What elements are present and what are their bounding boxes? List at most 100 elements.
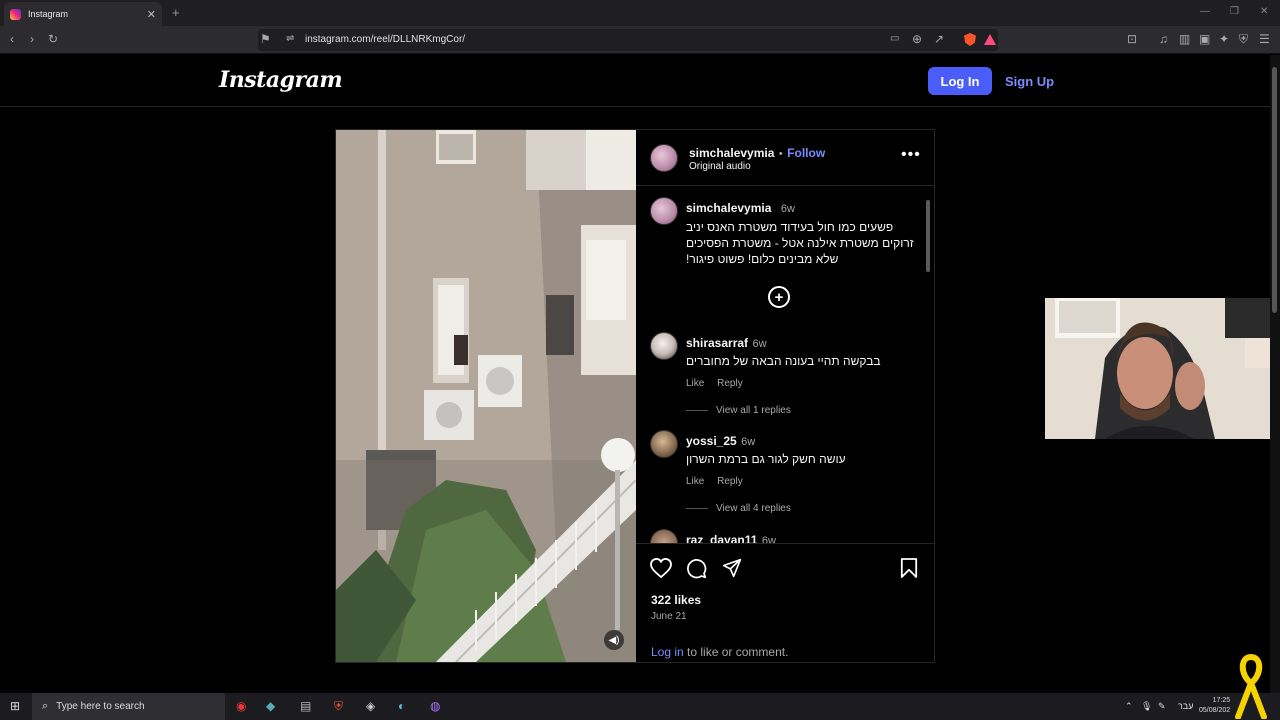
windows-start-icon[interactable]: ⊞ [10, 699, 20, 713]
more-options-icon[interactable]: ••• [901, 146, 921, 164]
caption-text: פשעים כמו חול בעידוד משטרת האנס יניב זרו… [686, 220, 914, 266]
caption-time: 6w [780, 203, 795, 215]
app-icon-3[interactable]: ◐ [398, 699, 405, 713]
vpn-icon[interactable]: ⛨ [1239, 32, 1248, 47]
post-sidebar: simchalevymia • Follow Original audio ••… [636, 130, 934, 662]
author-avatar[interactable] [650, 144, 678, 172]
author-username[interactable]: simchalevymia [689, 146, 774, 160]
view-replies-button[interactable]: View all 1 replies [686, 405, 916, 416]
comments-scroll-thumb[interactable] [926, 200, 930, 272]
clock-date: 05/08/202 [1199, 707, 1231, 714]
windows-taskbar: ⊞ ⌕ Type here to search ◉ ◆ ▤ ⛨ ◈ ◐ ◍ ⌃ … [0, 653, 1280, 720]
app-icon-1[interactable]: ◉ [236, 699, 246, 713]
view-replies-label: View all 4 replies [716, 503, 791, 514]
comments-scrollbar[interactable] [924, 190, 932, 540]
caption-avatar[interactable] [650, 197, 678, 225]
address-bar[interactable]: ⚑ ⇌ instagram.com/reel/DLLNRKmgCor/ ▭ ⊕ … [258, 29, 998, 51]
media-icon[interactable]: ♫ [1159, 32, 1168, 46]
yellow-ribbon-icon [1235, 653, 1267, 719]
wallet-icon[interactable]: ▣ [1199, 32, 1210, 46]
comment-like-button[interactable]: Like [686, 476, 704, 487]
view-replies-button[interactable]: View all 4 replies [686, 503, 916, 514]
post-date: June 21 [651, 611, 687, 622]
menu-icon[interactable]: ☰ [1259, 32, 1270, 46]
app-icon-4[interactable]: ◍ [430, 699, 440, 713]
instagram-logo[interactable]: Instagram [219, 67, 343, 93]
tab-close-icon[interactable]: ✕ [147, 8, 156, 21]
comment-avatar[interactable] [650, 529, 678, 543]
back-icon[interactable]: ‹ [10, 32, 14, 46]
reload-icon[interactable]: ↻ [48, 32, 58, 46]
taskbar-search[interactable]: ⌕ Type here to search [32, 693, 225, 720]
rewards-icon[interactable] [984, 34, 996, 45]
site-info-icon[interactable]: ⇌ [286, 33, 294, 44]
comment-avatar[interactable] [650, 430, 678, 458]
app-icon-2[interactable]: ◈ [366, 699, 375, 713]
comment-username[interactable]: yossi_25 [686, 434, 737, 448]
leo-ai-icon[interactable]: ✦ [1219, 32, 1229, 46]
add-comment-icon[interactable]: + [768, 286, 790, 308]
files-icon[interactable]: ▤ [300, 699, 311, 713]
likes-count[interactable]: 322 likes [651, 593, 701, 607]
audio-label[interactable]: Original audio [689, 161, 751, 172]
browser-toolbar: ‹ › ↻ ⚑ ⇌ instagram.com/reel/DLLNRKmgCor… [0, 26, 1280, 54]
browser-tab[interactable]: Instagram ✕ [4, 2, 162, 26]
sidebar-icon[interactable]: ▥ [1179, 32, 1190, 46]
comment: shirasarraf 6w בבקשה תהיי בעונה הבאה של … [686, 334, 916, 416]
reel-post: ◀) simchalevymia • Follow Original audio… [335, 129, 935, 663]
forward-icon[interactable]: › [30, 32, 34, 46]
instagram-header: Instagram Log In Sign Up [0, 55, 1270, 107]
share-icon[interactable]: ↗ [934, 32, 944, 46]
window-close-icon[interactable]: ✕ [1260, 6, 1268, 17]
taskbar-clock[interactable]: 17:25 05/08/202 [1199, 696, 1230, 716]
comment: yossi_25 6w עושה חשק לגור גם ברמת השרון … [686, 432, 916, 514]
tray-chevron-icon[interactable]: ⌃ [1125, 701, 1133, 712]
brave-shield-icon[interactable] [964, 33, 976, 46]
caption: simchalevymia 6w פשעים כמו חול בעידוד מש… [686, 199, 916, 267]
maximize-icon[interactable]: ❐ [1230, 6, 1239, 17]
comment-username[interactable]: shirasarraf [686, 336, 748, 350]
caption-username[interactable]: simchalevymia [686, 201, 771, 215]
cast-icon[interactable]: ▭ [890, 33, 899, 44]
screenshot-icon[interactable]: ⊡ [1127, 32, 1137, 46]
comment-avatar[interactable] [650, 332, 678, 360]
pen-icon[interactable]: ✎ [1158, 701, 1166, 712]
comment-username[interactable]: raz_dayan11 [686, 533, 757, 543]
language-indicator[interactable]: עבר [1178, 701, 1193, 711]
reply-divider [686, 507, 708, 509]
follow-button[interactable]: Follow [787, 146, 825, 160]
comment-reply-button[interactable]: Reply [717, 476, 743, 487]
post-actions: 322 likes June 21 Log in to like or comm… [636, 543, 934, 662]
search-placeholder: Type here to search [56, 701, 145, 712]
page-scrollbar[interactable] [1270, 55, 1280, 693]
page-scroll-thumb[interactable] [1272, 67, 1277, 313]
comment-time: 6w [761, 535, 776, 543]
heart-icon[interactable] [650, 558, 672, 578]
separator-dot: • [778, 148, 783, 160]
url-text[interactable]: instagram.com/reel/DLLNRKmgCor/ [305, 34, 465, 45]
login-button[interactable]: Log In [928, 67, 992, 95]
minimize-icon[interactable]: — [1200, 6, 1210, 17]
zoom-icon[interactable]: ⊕ [912, 32, 922, 46]
login-link[interactable]: Log in [651, 645, 684, 659]
reply-divider [686, 409, 708, 411]
comment-like-button[interactable]: Like [686, 378, 704, 389]
steam-icon[interactable]: ◆ [266, 699, 275, 713]
volume-icon[interactable]: ◀) [604, 630, 624, 650]
send-icon[interactable] [722, 558, 742, 578]
tab-title: Instagram [28, 9, 69, 19]
webcam-video [1045, 298, 1280, 439]
comment-icon[interactable] [686, 558, 707, 579]
brave-taskbar-icon[interactable]: ⛨ [334, 699, 343, 714]
comment-reply-button[interactable]: Reply [717, 378, 743, 389]
comment-text: עושה חשק לגור גם ברמת השרון [686, 452, 846, 466]
new-tab-button[interactable]: + [172, 5, 180, 20]
comment-time: 6w [752, 338, 767, 350]
webcam-overlay [1045, 298, 1280, 439]
reel-video[interactable]: ◀) [336, 130, 636, 662]
bookmark-icon[interactable]: ⚑ [260, 32, 271, 46]
author-line: simchalevymia • Follow [689, 144, 825, 162]
save-icon[interactable] [900, 558, 918, 578]
signup-link[interactable]: Sign Up [1005, 74, 1054, 89]
microphone-icon[interactable]: 🎙 [1141, 701, 1152, 712]
